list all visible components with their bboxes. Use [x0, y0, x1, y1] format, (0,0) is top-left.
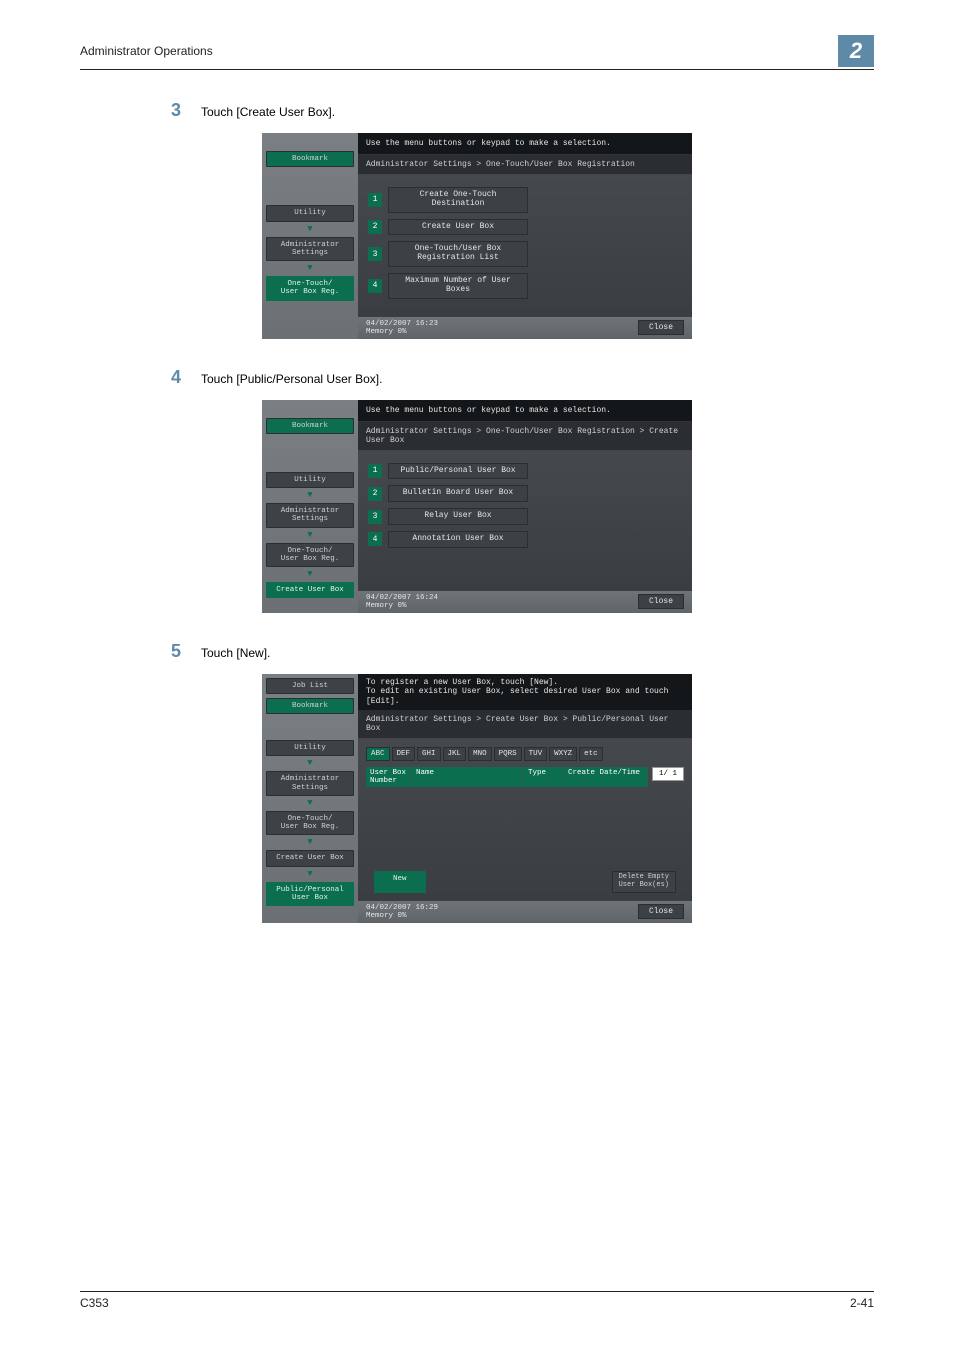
utility-button[interactable]: Utility — [266, 740, 354, 756]
job-list-button[interactable]: Job List — [266, 678, 354, 694]
breadcrumb: Administrator Settings > One-Touch/User … — [358, 155, 692, 175]
step-5: 5 Touch [New]. — [165, 641, 874, 662]
create-user-box-button[interactable]: Create User Box — [266, 582, 354, 598]
menu-item-2[interactable]: 2Bulletin Board User Box — [368, 485, 682, 502]
onetouch-userbox-button[interactable]: One-Touch/ User Box Reg. — [266, 543, 354, 568]
create-user-box-button[interactable]: Create User Box — [266, 850, 354, 866]
arrow-down-icon: ▼ — [266, 799, 354, 808]
page-footer: C353 2-41 — [80, 1291, 874, 1310]
menu-item-4[interactable]: 4Maximum Number of User Boxes — [368, 273, 682, 299]
tab-abc[interactable]: ABC — [366, 747, 390, 761]
bookmark-button[interactable]: Bookmark — [266, 151, 354, 167]
tab-def[interactable]: DEF — [392, 747, 416, 761]
arrow-down-icon: ▼ — [266, 225, 354, 234]
list-body: ABC DEF GHI JKL MNO PQRS TUV WXYZ etc Us… — [358, 739, 692, 900]
tab-mno[interactable]: MNO — [468, 747, 492, 761]
tab-jkl[interactable]: JKL — [443, 747, 467, 761]
admin-settings-button[interactable]: Administrator Settings — [266, 237, 354, 262]
step-number: 5 — [165, 641, 181, 662]
action-row: New Delete Empty User Box(es) — [366, 867, 684, 892]
arrow-down-icon: ▼ — [266, 838, 354, 847]
menu-item-3[interactable]: 3One-Touch/User Box Registration List — [368, 241, 682, 267]
main-panel: Use the menu buttons or keypad to make a… — [358, 133, 692, 339]
prompt-text: Use the menu buttons or keypad to make a… — [358, 133, 692, 155]
new-button[interactable]: New — [374, 871, 426, 892]
page-number: 2-41 — [850, 1296, 874, 1310]
table-header: User Box Number Name Type Create Date/Ti… — [366, 767, 648, 787]
model-code: C353 — [80, 1296, 109, 1310]
main-panel: To register a new User Box, touch [New].… — [358, 674, 692, 923]
onetouch-userbox-button[interactable]: One-Touch/ User Box Reg. — [266, 811, 354, 836]
tab-pqrs[interactable]: PQRS — [494, 747, 522, 761]
main-panel: Use the menu buttons or keypad to make a… — [358, 400, 692, 613]
step-text: Touch [Create User Box]. — [201, 100, 335, 119]
public-personal-button[interactable]: Public/Personal User Box — [266, 882, 354, 907]
delete-empty-button[interactable]: Delete Empty User Box(es) — [612, 871, 676, 892]
onetouch-userbox-button[interactable]: One-Touch/ User Box Reg. — [266, 276, 354, 301]
prompt-text: Use the menu buttons or keypad to make a… — [358, 400, 692, 422]
arrow-down-icon: ▼ — [266, 570, 354, 579]
menu-body: 1Create One-Touch Destination 2Create Us… — [358, 175, 692, 317]
utility-button[interactable]: Utility — [266, 205, 354, 221]
screenshot-1: Bookmark Utility ▼ Administrator Setting… — [262, 133, 692, 339]
arrow-down-icon: ▼ — [266, 264, 354, 273]
tab-ghi[interactable]: GHI — [417, 747, 441, 761]
screenshot-3: Job List Bookmark Utility ▼ Administrato… — [262, 674, 692, 923]
section-title: Administrator Operations — [80, 44, 838, 58]
side-panel: Job List Bookmark Utility ▼ Administrato… — [262, 674, 358, 923]
prompt-text: To register a new User Box, touch [New].… — [358, 674, 692, 711]
arrow-down-icon: ▼ — [266, 870, 354, 879]
status-bar: 04/02/2007 16:29 Memory 0% Close — [358, 901, 692, 923]
menu-item-2[interactable]: 2Create User Box — [368, 219, 682, 236]
menu-body: 1Public/Personal User Box 2Bulletin Boar… — [358, 451, 692, 591]
breadcrumb: Administrator Settings > Create User Box… — [358, 710, 692, 739]
menu-item-1[interactable]: 1Public/Personal User Box — [368, 463, 682, 480]
alpha-tabs: ABC DEF GHI JKL MNO PQRS TUV WXYZ etc — [366, 747, 684, 761]
step-number: 4 — [165, 367, 181, 388]
step-3: 3 Touch [Create User Box]. — [165, 100, 874, 121]
status-text: 04/02/2007 16:24 Memory 0% — [366, 594, 438, 610]
step-text: Touch [Public/Personal User Box]. — [201, 367, 382, 386]
screenshot-2: Bookmark Utility ▼ Administrator Setting… — [262, 400, 692, 613]
page-indicator: 1/ 1 — [652, 767, 684, 781]
page-header: Administrator Operations 2 — [80, 35, 874, 70]
arrow-down-icon: ▼ — [266, 491, 354, 500]
menu-item-4[interactable]: 4Annotation User Box — [368, 531, 682, 548]
bookmark-button[interactable]: Bookmark — [266, 698, 354, 714]
tab-tuv[interactable]: TUV — [524, 747, 548, 761]
admin-settings-button[interactable]: Administrator Settings — [266, 503, 354, 528]
status-text: 04/02/2007 16:29 Memory 0% — [366, 904, 438, 920]
tab-etc[interactable]: etc — [579, 747, 603, 761]
bookmark-button[interactable]: Bookmark — [266, 418, 354, 434]
utility-button[interactable]: Utility — [266, 472, 354, 488]
side-panel: Bookmark Utility ▼ Administrator Setting… — [262, 133, 358, 339]
close-button[interactable]: Close — [638, 594, 684, 609]
arrow-down-icon: ▼ — [266, 531, 354, 540]
step-number: 3 — [165, 100, 181, 121]
menu-item-3[interactable]: 3Relay User Box — [368, 508, 682, 525]
admin-settings-button[interactable]: Administrator Settings — [266, 771, 354, 796]
step-4: 4 Touch [Public/Personal User Box]. — [165, 367, 874, 388]
status-text: 04/02/2007 16:23 Memory 0% — [366, 320, 438, 336]
close-button[interactable]: Close — [638, 904, 684, 919]
tab-wxyz[interactable]: WXYZ — [549, 747, 577, 761]
arrow-down-icon: ▼ — [266, 759, 354, 768]
status-bar: 04/02/2007 16:23 Memory 0% Close — [358, 317, 692, 339]
breadcrumb: Administrator Settings > One-Touch/User … — [358, 422, 692, 451]
menu-item-1[interactable]: 1Create One-Touch Destination — [368, 187, 682, 213]
step-text: Touch [New]. — [201, 641, 270, 660]
side-panel: Bookmark Utility ▼ Administrator Setting… — [262, 400, 358, 613]
close-button[interactable]: Close — [638, 320, 684, 335]
chapter-number: 2 — [838, 35, 874, 67]
status-bar: 04/02/2007 16:24 Memory 0% Close — [358, 591, 692, 613]
